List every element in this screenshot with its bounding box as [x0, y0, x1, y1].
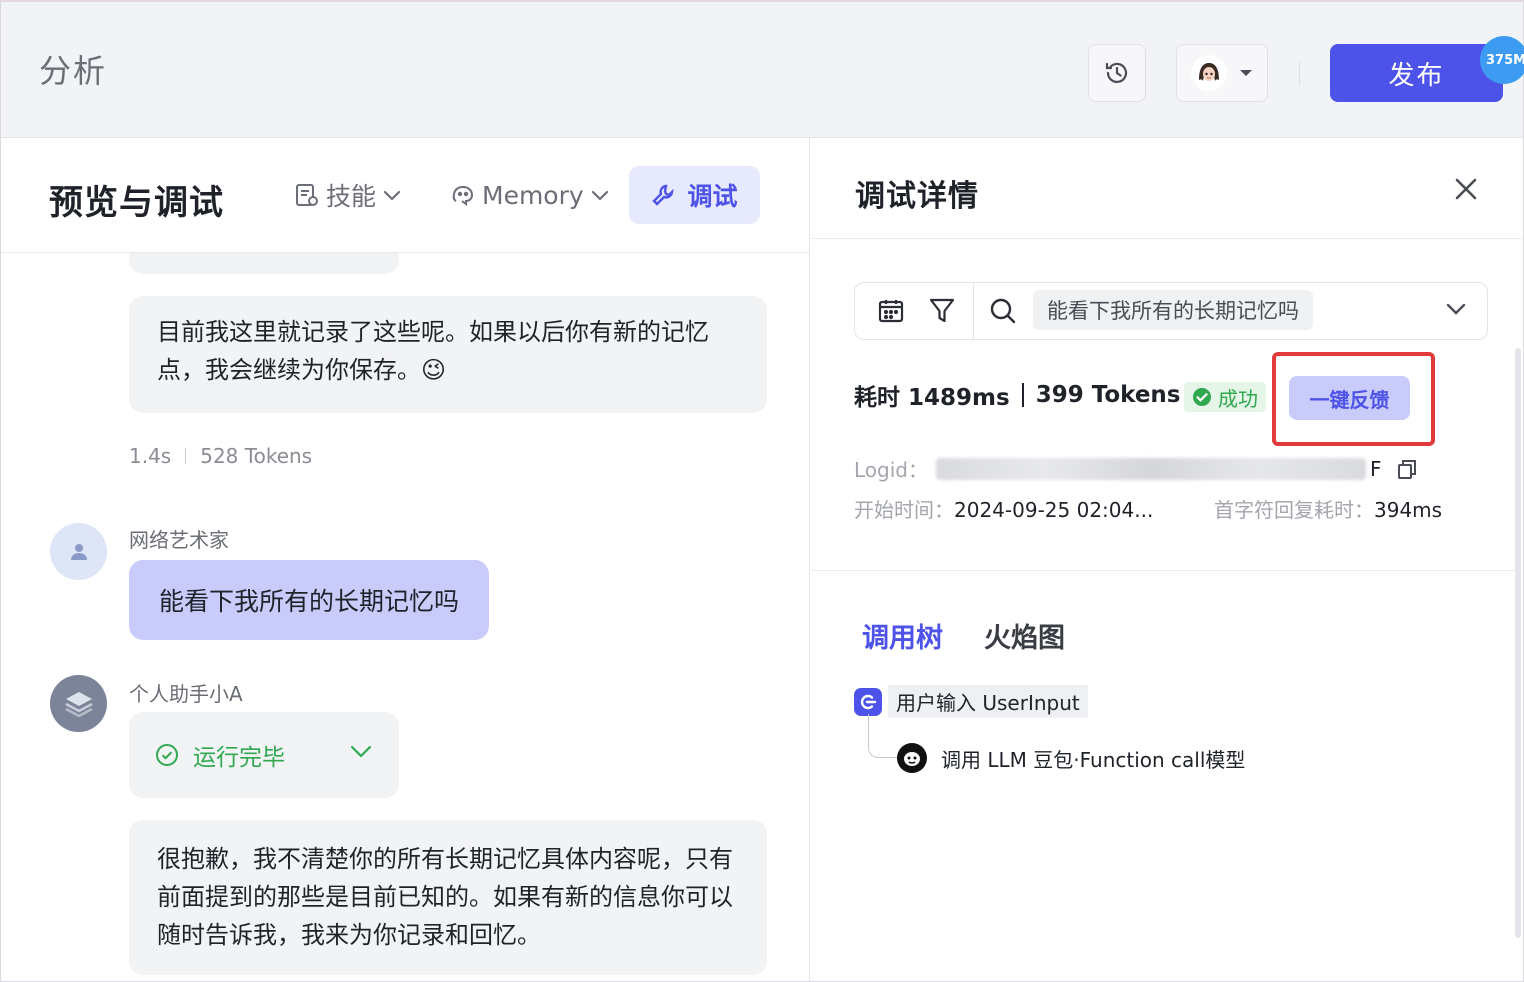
logid-tail: F: [1369, 456, 1382, 481]
run-stats: 耗时 1489ms 399 Tokens: [854, 378, 1180, 412]
run-status-toggle[interactable]: 运行完毕: [129, 712, 399, 798]
query-selector[interactable]: 能看下我所有的长期记忆吗: [1033, 290, 1313, 330]
meta-separator: [185, 448, 187, 464]
bot-message-1: 目前我这里就记录了这些呢。如果以后你有新的记忆点，我会继续为你保存。😉: [129, 296, 767, 413]
message-meta: 1.4s 528 Tokens: [129, 444, 312, 468]
chevron-down-icon: [591, 190, 608, 201]
user-avatar: [50, 523, 107, 580]
highlight-annotation: [1272, 352, 1435, 446]
skills-label: 技能: [326, 182, 377, 211]
check-circle-icon: [156, 744, 178, 766]
wrench-icon: [652, 184, 675, 206]
duration: 耗时 1489ms: [854, 385, 1010, 411]
copy-icon[interactable]: [1396, 458, 1418, 480]
ttft-label: 首字符回复耗时：: [1214, 498, 1374, 522]
tree-node-label: 用户输入 UserInput: [888, 685, 1088, 718]
debug-title: 调试详情: [855, 179, 979, 214]
memory-label: Memory: [482, 180, 584, 210]
skill-doc-icon: [296, 184, 318, 206]
user-input-icon: [854, 687, 882, 716]
account-menu-button[interactable]: [1176, 44, 1268, 102]
chevron-down-icon: [350, 745, 372, 758]
debug-details-panel: 调试详情 能看下我所有的长期记忆吗 耗时 1489ms 399 Tokens 成…: [811, 138, 1523, 981]
filter-icon[interactable]: [929, 297, 955, 325]
logid-label: Logid：: [854, 458, 928, 482]
debug-header: 调试详情: [811, 138, 1523, 239]
scrollbar[interactable]: [1515, 348, 1521, 938]
app-title: 分析: [39, 52, 108, 90]
start-time-label: 开始时间：: [854, 498, 954, 522]
tree-node-llm-call[interactable]: 调用 LLM 豆包·Function call模型: [897, 743, 1245, 773]
meta-tokens: 528 Tokens: [200, 444, 313, 468]
close-icon[interactable]: [1453, 176, 1479, 202]
check-circle-icon: [1193, 388, 1211, 406]
start-time-value: 2024-09-25 02:04...: [954, 498, 1154, 522]
memory-dropdown[interactable]: Memory: [450, 178, 610, 212]
bot-name: 个人助手小A: [129, 682, 243, 706]
first-token-latency: 首字符回复耗时：394ms: [1214, 494, 1442, 523]
top-bar: 分析 发布: [1, 2, 1523, 138]
token-count: 399 Tokens: [1035, 382, 1181, 408]
debug-label: 调试: [687, 182, 738, 211]
divider: [1299, 60, 1300, 86]
tree-connector: [868, 714, 898, 758]
skills-dropdown[interactable]: 技能: [294, 178, 402, 212]
layers-icon: [64, 691, 93, 717]
logid-redacted: [935, 457, 1366, 480]
calendar-icon[interactable]: [877, 297, 905, 325]
user-name: 网络艺术家: [129, 528, 229, 552]
query-filter-bar: 能看下我所有的长期记忆吗: [854, 282, 1488, 340]
section-divider: [811, 570, 1515, 571]
memory-badge: 375M: [1480, 36, 1524, 84]
preview-panel: 目前我这里就记录了这些呢。如果以后你有新的记忆点，我会继续为你保存。😉 1.4s…: [1, 138, 810, 981]
run-status-label: 运行完毕: [193, 745, 285, 771]
tab-flame-graph[interactable]: 火焰图: [984, 616, 1065, 655]
chevron-down-icon: [383, 190, 401, 201]
publish-button[interactable]: 发布: [1330, 44, 1503, 102]
bot-avatar: [50, 675, 107, 732]
tree-node-label: 调用 LLM 豆包·Function call模型: [941, 747, 1246, 772]
stats-divider: [1021, 383, 1024, 407]
ttft-value: 394ms: [1374, 498, 1443, 522]
clock-history-icon: [1105, 62, 1128, 83]
person-icon: [70, 543, 87, 560]
meta-time: 1.4s: [129, 444, 172, 468]
llm-model-icon: [897, 743, 927, 773]
panel-title: 预览与调试: [49, 183, 224, 223]
history-button[interactable]: [1088, 44, 1146, 102]
user-message: 能看下我所有的长期记忆吗: [129, 560, 489, 640]
logid-row: Logid： F: [854, 454, 1418, 483]
start-time: 开始时间：2024-09-25 02:04...: [854, 494, 1153, 523]
bot-message-2: 很抱歉，我不清楚你的所有长期记忆具体内容呢，只有前面提到的那些是目前已知的。如果…: [129, 820, 767, 975]
divider: [973, 283, 974, 339]
user-avatar-icon: [1191, 55, 1227, 91]
debug-button[interactable]: 调试: [629, 166, 760, 224]
status-text: 成功: [1218, 386, 1258, 411]
tab-call-tree[interactable]: 调用树: [862, 616, 943, 655]
memory-brain-icon: [452, 185, 474, 206]
chevron-down-icon[interactable]: [1445, 301, 1467, 317]
caret-down-icon: [1240, 70, 1252, 76]
search-icon[interactable]: [989, 297, 1017, 325]
status-badge: 成功: [1184, 382, 1266, 412]
preview-header: 预览与调试 技能 Memory 调试: [1, 138, 809, 253]
